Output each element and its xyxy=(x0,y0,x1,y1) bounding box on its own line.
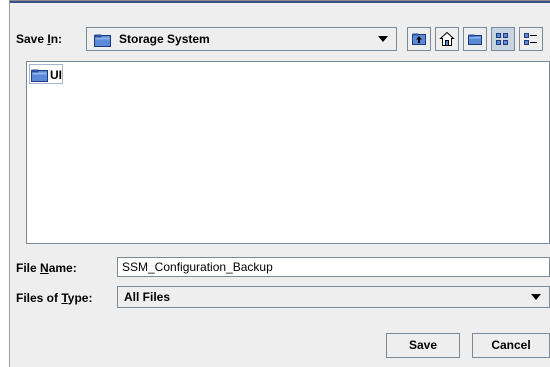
save-in-label: Save In: xyxy=(16,32,62,46)
title-bar-edge xyxy=(10,1,550,3)
save-dialog: Save In: Storage System UI File Name: SS… xyxy=(9,0,550,367)
file-type-label: Files of Type: xyxy=(16,291,92,305)
up-one-level-button[interactable] xyxy=(407,27,431,51)
list-view-icon xyxy=(496,33,508,45)
file-type-dropdown[interactable]: All Files xyxy=(117,286,550,308)
new-folder-icon xyxy=(468,34,482,45)
save-in-dropdown[interactable]: Storage System xyxy=(86,27,397,51)
list-item-label: UI xyxy=(50,68,62,82)
file-type-label-suffix: ype: xyxy=(67,291,93,305)
file-name-label-mnemonic: N xyxy=(40,261,49,275)
home-icon xyxy=(439,31,455,46)
file-name-label: File Name: xyxy=(16,261,77,275)
save-button[interactable]: Save xyxy=(386,333,460,358)
file-name-label-suffix: ame: xyxy=(48,261,77,275)
save-in-value: Storage System xyxy=(119,32,210,46)
details-view-button[interactable] xyxy=(519,27,543,51)
list-item[interactable]: UI xyxy=(29,64,63,84)
file-list[interactable]: UI xyxy=(26,61,550,244)
details-view-icon xyxy=(524,33,537,45)
cancel-button[interactable]: Cancel xyxy=(472,333,550,358)
file-type-label-prefix: Files of xyxy=(16,291,62,305)
file-type-value: All Files xyxy=(124,290,171,304)
chevron-down-icon xyxy=(531,294,541,300)
file-name-label-prefix: File xyxy=(16,261,41,275)
chevron-down-icon xyxy=(378,36,388,42)
save-in-label-prefix: Save xyxy=(16,32,48,46)
save-in-label-suffix: n: xyxy=(50,32,63,46)
create-new-folder-button[interactable] xyxy=(463,27,487,51)
folder-icon xyxy=(94,34,111,47)
home-button[interactable] xyxy=(435,27,459,51)
folder-icon xyxy=(31,69,48,82)
list-view-button[interactable] xyxy=(491,27,515,51)
file-name-field[interactable] xyxy=(117,257,550,277)
up-folder-icon xyxy=(412,33,426,45)
